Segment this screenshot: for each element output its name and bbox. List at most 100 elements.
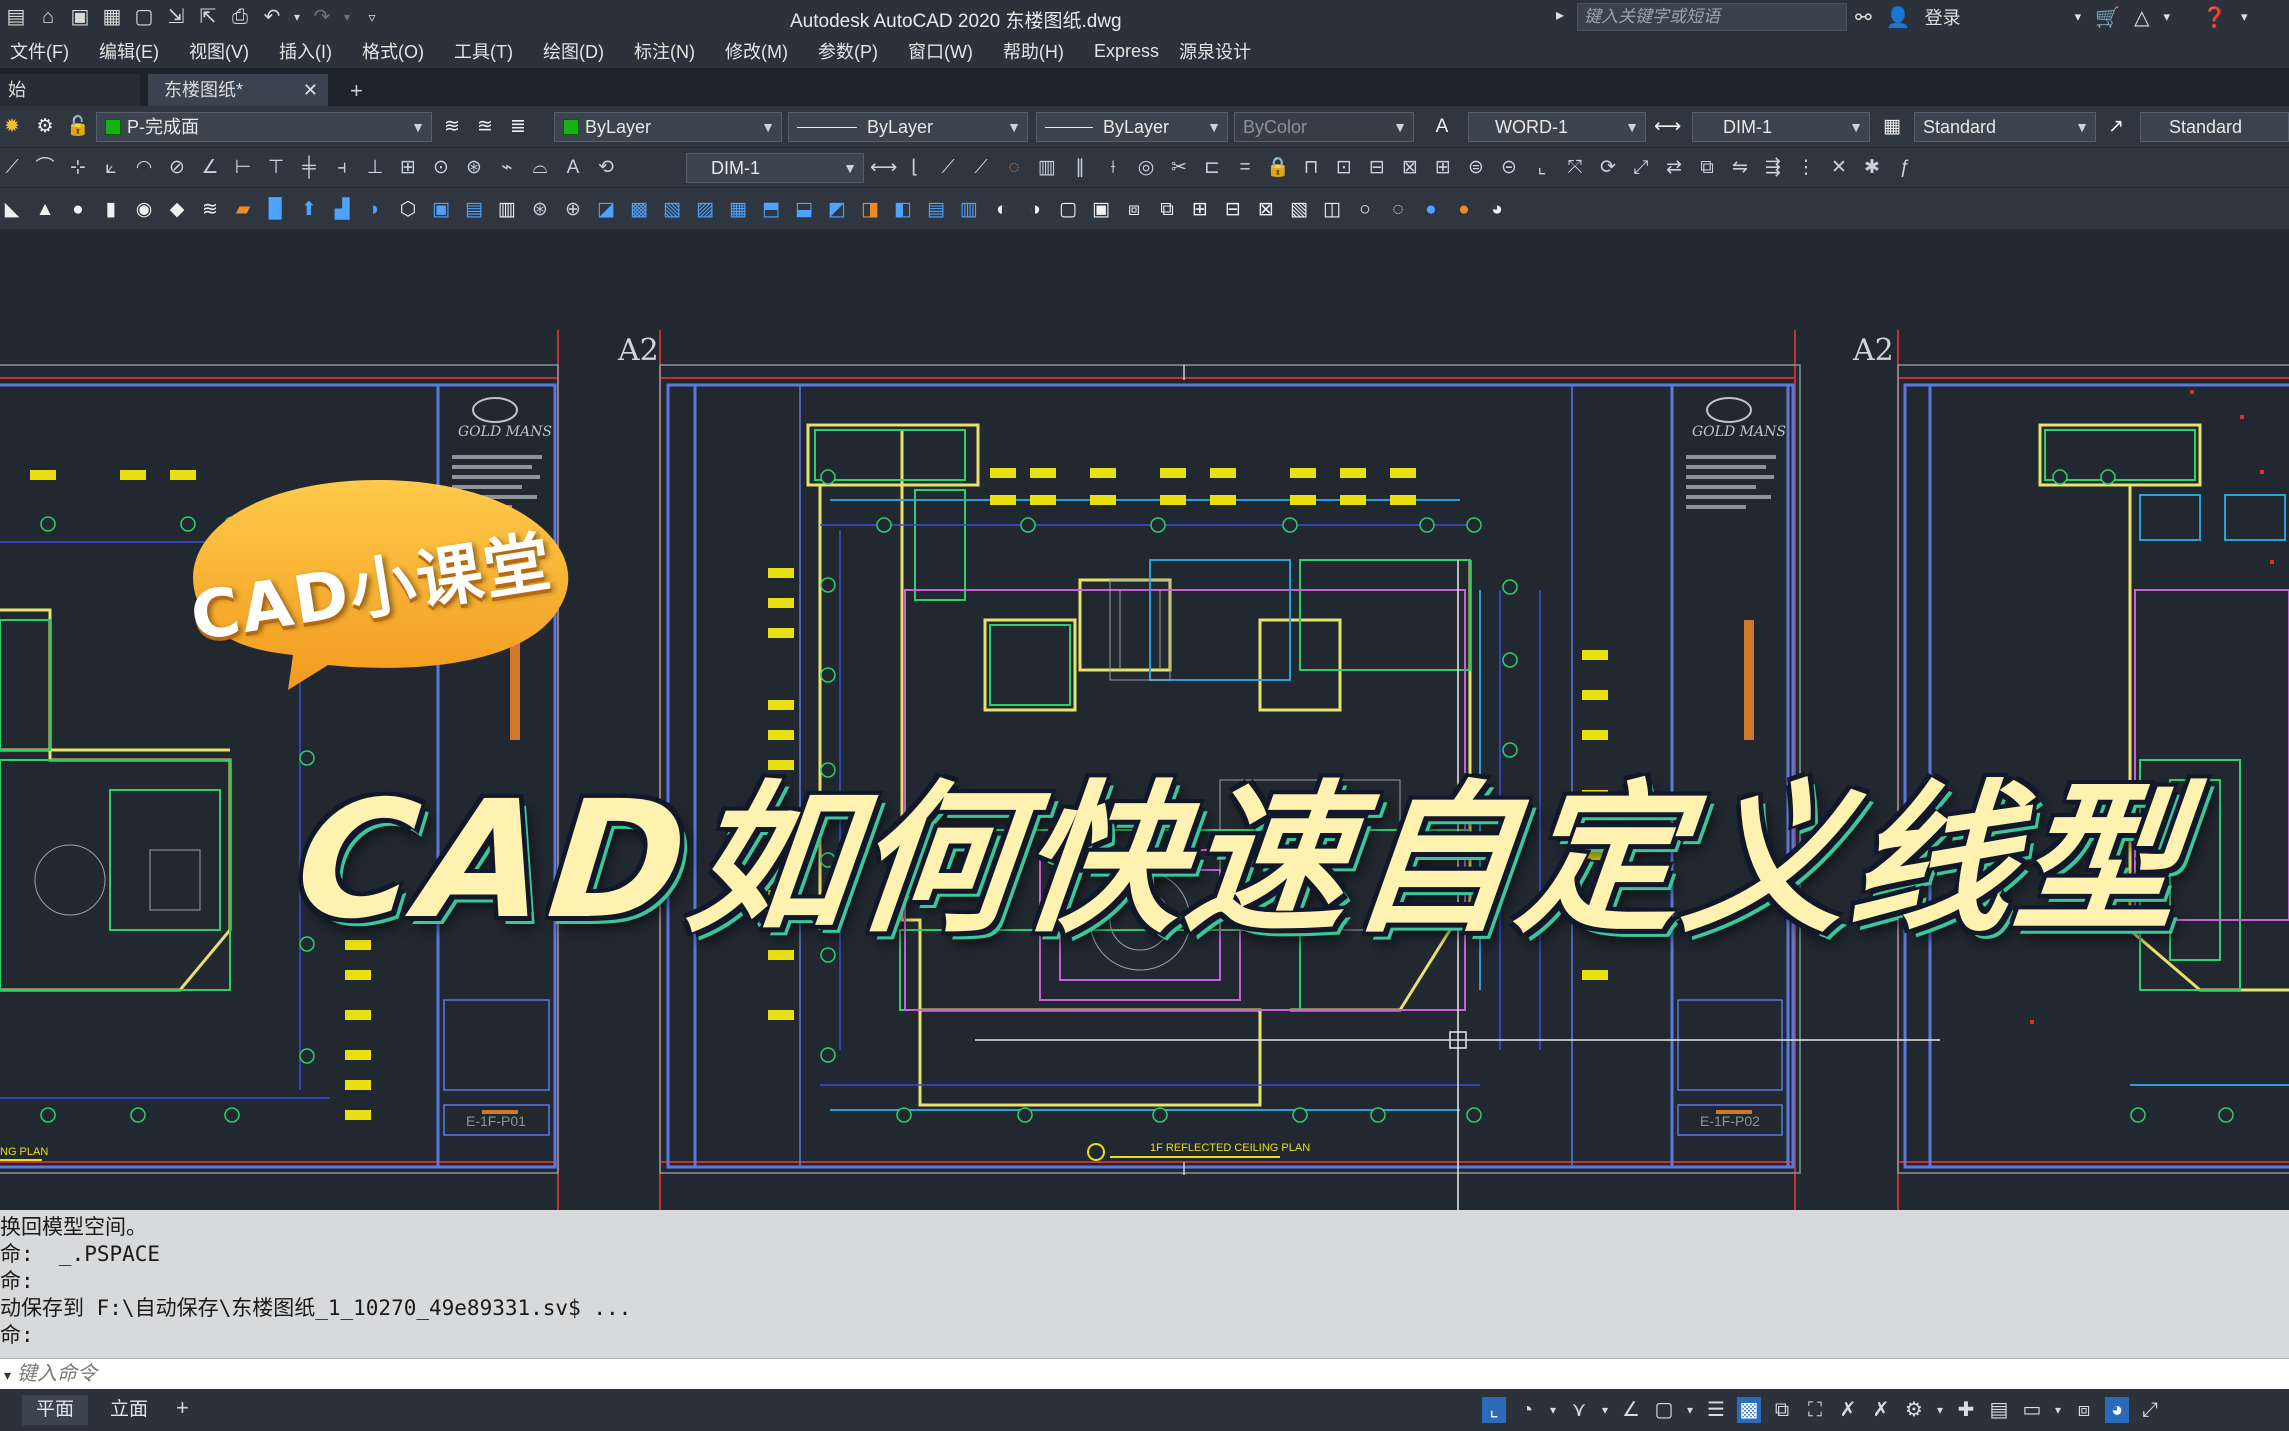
edge-3-icon[interactable]: ▢ <box>1056 198 1080 222</box>
solid-edit-1-icon[interactable]: ▧ <box>660 198 684 222</box>
section-icon[interactable]: ◫ <box>1320 198 1344 222</box>
copy-icon[interactable]: ⧉ <box>1695 156 1719 180</box>
undo-dropdown-icon[interactable]: ▾ <box>292 5 302 29</box>
customize-icon[interactable]: ▿ <box>360 5 384 29</box>
block-4-icon[interactable]: ⊞ <box>1431 156 1455 180</box>
block-2-icon[interactable]: ⊟ <box>1365 156 1389 180</box>
face-5-icon[interactable]: ◧ <box>891 198 915 222</box>
drawing-tab[interactable]: 东楼图纸* ✕ <box>148 74 328 106</box>
command-input[interactable]: ▾ 键入命令 <box>0 1358 2289 1389</box>
osnap-tracking-icon[interactable]: ∠ <box>1619 1397 1643 1423</box>
osnap-dropdown-icon[interactable]: ▾ <box>1685 1397 1695 1423</box>
block-5-icon[interactable]: ⊜ <box>1464 156 1488 180</box>
table-style-dropdown[interactable]: Standard ▼ <box>1914 112 2096 142</box>
array-icon[interactable]: ⋮ <box>1794 156 1818 180</box>
circle-slash-icon[interactable]: ⊘ <box>165 156 189 180</box>
layer-previous-icon[interactable]: ≣ <box>506 115 530 139</box>
visual-1-icon[interactable]: ○ <box>1353 198 1377 222</box>
dim-style-icon[interactable]: ⟷ <box>1654 115 1681 139</box>
layer-dropdown[interactable]: P-完成面 ▼ <box>96 112 432 142</box>
layer-properties-icon[interactable]: ≋ <box>440 115 464 139</box>
selection-cycling-icon[interactable]: ⧉ <box>1770 1397 1794 1423</box>
menu-yuanquan[interactable]: 源泉设计 <box>1173 38 1265 64</box>
trim-icon[interactable]: ⟊ <box>1101 156 1125 180</box>
intersect-icon[interactable]: ▥ <box>495 198 519 222</box>
edge-9-icon[interactable]: ⊠ <box>1254 198 1278 222</box>
face-2-icon[interactable]: ⬓ <box>792 198 816 222</box>
dim-text-icon[interactable]: A <box>561 156 585 180</box>
line-icon[interactable]: ⟋ <box>0 156 24 180</box>
plus-icon[interactable]: ✚ <box>1954 1397 1978 1423</box>
menu-parametric[interactable]: 参数(P) <box>802 38 892 64</box>
multileader-style-dropdown[interactable]: Standard <box>2140 112 2289 142</box>
isodraft-icon[interactable]: ⋎ <box>1567 1397 1591 1423</box>
make-current-layer-icon[interactable]: ≊ <box>473 115 497 139</box>
subtract-icon[interactable]: ▤ <box>462 198 486 222</box>
text-style-icon[interactable]: A <box>1430 115 1454 139</box>
mesh-2-icon[interactable]: ⊕ <box>561 198 585 222</box>
dim-update-icon[interactable]: ⟲ <box>594 156 618 180</box>
close-icon[interactable]: ✕ <box>303 74 318 106</box>
mirror-icon[interactable]: ⇋ <box>1728 156 1752 180</box>
annotation-visibility-icon[interactable]: ✗ <box>1836 1397 1860 1423</box>
hatch-icon[interactable]: ▥ <box>1035 156 1059 180</box>
layer-freeze-icon[interactable]: ⚙ <box>33 115 57 139</box>
transparency-icon[interactable]: ▩ <box>1737 1397 1761 1423</box>
redo-icon[interactable]: ↷ <box>310 5 334 29</box>
render-icon[interactable]: ◕ <box>1485 198 1509 222</box>
dim-aligned-icon[interactable]: ⊤ <box>264 156 288 180</box>
tree-icon[interactable]: ⊹ <box>66 156 90 180</box>
revolve-icon[interactable]: ◗ <box>363 198 387 222</box>
login-dropdown-icon[interactable]: ▾ <box>2075 9 2082 25</box>
edge-7-icon[interactable]: ⊞ <box>1188 198 1212 222</box>
multileader-style-icon[interactable]: ↗ <box>2104 115 2128 139</box>
offset-icon[interactable]: ⇶ <box>1761 156 1785 180</box>
face-3-icon[interactable]: ◩ <box>825 198 849 222</box>
pyramid-icon[interactable]: ◆ <box>165 198 189 222</box>
cone-icon[interactable]: ▲ <box>33 198 57 222</box>
erase-icon[interactable]: ✕ <box>1827 156 1851 180</box>
block-1-icon[interactable]: ⊡ <box>1332 156 1356 180</box>
save-as-icon[interactable]: ▦ <box>100 5 124 29</box>
print-icon[interactable]: ⎙ <box>228 5 252 29</box>
command-chevron-icon[interactable]: ▾ <box>4 1367 11 1383</box>
monitor-dropdown-icon[interactable]: ▾ <box>2053 1397 2063 1423</box>
dim-style-dropdown-2[interactable]: DIM-1 ▼ <box>686 153 864 183</box>
move-icon[interactable]: ⤧ <box>1563 156 1587 180</box>
save-icon[interactable]: ▣ <box>68 5 92 29</box>
menu-dimension[interactable]: 标注(N) <box>618 38 709 64</box>
menu-modify[interactable]: 修改(M) <box>709 38 802 64</box>
edge-4-icon[interactable]: ▣ <box>1089 198 1113 222</box>
edge-10-icon[interactable]: ▧ <box>1287 198 1311 222</box>
monitor-icon[interactable]: ▭ <box>2020 1397 2044 1423</box>
binoculars-icon[interactable]: ⚯ <box>1855 5 1872 30</box>
osnap-icon[interactable]: ▢ <box>1652 1397 1676 1423</box>
export-icon[interactable]: ⇱ <box>196 5 220 29</box>
edge-8-icon[interactable]: ⊟ <box>1221 198 1245 222</box>
undo-icon[interactable]: ↶ <box>260 5 284 29</box>
lineweight-icon[interactable]: ☰ <box>1704 1397 1728 1423</box>
new-tab-plus-icon[interactable]: + <box>350 78 363 104</box>
menu-insert[interactable]: 插入(I) <box>263 38 346 64</box>
edge-2-icon[interactable]: ◑ <box>1023 198 1047 222</box>
polar-icon[interactable]: ◔ <box>1515 1397 1539 1423</box>
ortho-icon[interactable]: ⌞ <box>1482 1397 1506 1423</box>
edge-5-icon[interactable]: ⧈ <box>1122 198 1146 222</box>
workspace-dropdown-icon[interactable]: ▾ <box>1935 1397 1945 1423</box>
expand-arrow-icon[interactable]: ▸ <box>1556 5 1564 25</box>
help-dropdown-icon[interactable]: ▾ <box>2241 9 2248 25</box>
stretch-icon[interactable]: ⇄ <box>1662 156 1686 180</box>
annotation-scale-icon[interactable]: ✗ <box>1869 1397 1893 1423</box>
redo-dropdown-icon[interactable]: ▾ <box>342 5 352 29</box>
sweep-icon[interactable]: ▟ <box>330 198 354 222</box>
torus-icon[interactable]: ◉ <box>132 198 156 222</box>
plot-preview-icon[interactable]: ▢ <box>132 5 156 29</box>
arc-3pt-icon[interactable]: ◠ <box>132 156 156 180</box>
quick-properties-icon[interactable]: ▤ <box>1987 1397 2011 1423</box>
face-1-icon[interactable]: ⬒ <box>759 198 783 222</box>
linetype-dropdown[interactable]: ByLayer ▼ <box>788 112 1028 142</box>
open-icon[interactable]: ⌂ <box>36 5 60 29</box>
face-7-icon[interactable]: ▥ <box>957 198 981 222</box>
add-layout-icon[interactable]: + <box>176 1395 189 1421</box>
parallel-icon[interactable]: ∥ <box>1068 156 1092 180</box>
